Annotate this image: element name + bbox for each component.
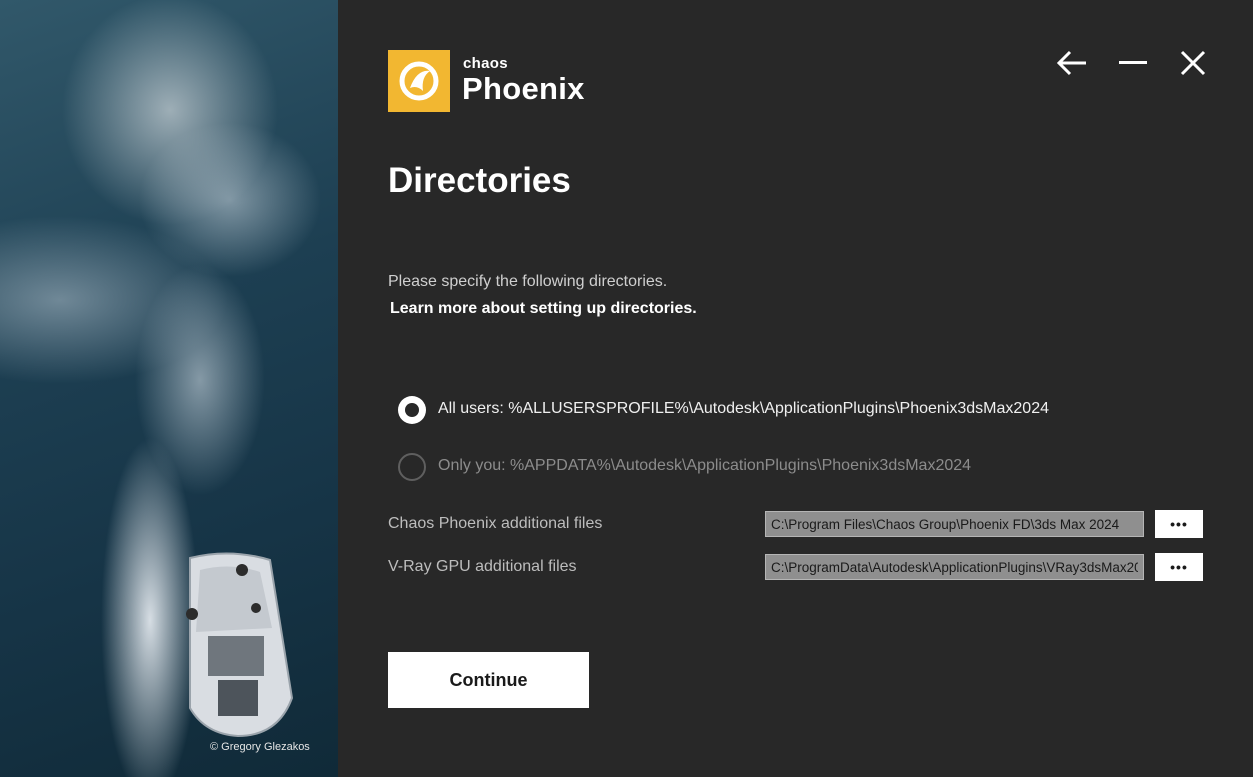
page-title: Directories [388, 161, 571, 200]
minimize-icon[interactable] [1119, 61, 1147, 65]
hero-image: © Gregory Glezakos [0, 0, 338, 777]
all-users-radio-label[interactable]: All users: %ALLUSERSPROFILE%\Autodesk\Ap… [438, 400, 1049, 418]
brand-company: chaos [463, 55, 508, 72]
browse-vray-gpu-files-button[interactable]: ••• [1155, 553, 1203, 581]
all-users-radio[interactable] [398, 396, 426, 424]
phoenix-additional-files-label: Chaos Phoenix additional files [388, 515, 603, 532]
continue-button[interactable]: Continue [388, 652, 589, 708]
close-icon[interactable] [1180, 50, 1206, 76]
phoenix-additional-files-input[interactable] [765, 511, 1144, 537]
only-you-radio[interactable] [398, 453, 426, 481]
page-description: Please specify the following directories… [388, 273, 668, 290]
learn-more-link[interactable]: Learn more about setting up directories. [390, 300, 697, 318]
brand-product-name: Phoenix [462, 71, 585, 106]
speedboat-illustration [186, 552, 294, 738]
browse-phoenix-files-button[interactable]: ••• [1155, 510, 1203, 538]
image-credit: © Gregory Glezakos [210, 741, 310, 753]
only-you-radio-label[interactable]: Only you: %APPDATA%\Autodesk\Application… [438, 457, 971, 475]
phoenix-logo-icon [388, 50, 450, 112]
vray-gpu-additional-files-label: V-Ray GPU additional files [388, 558, 577, 575]
arrow-left-icon[interactable] [1055, 49, 1088, 77]
vray-gpu-additional-files-input[interactable] [765, 554, 1144, 580]
